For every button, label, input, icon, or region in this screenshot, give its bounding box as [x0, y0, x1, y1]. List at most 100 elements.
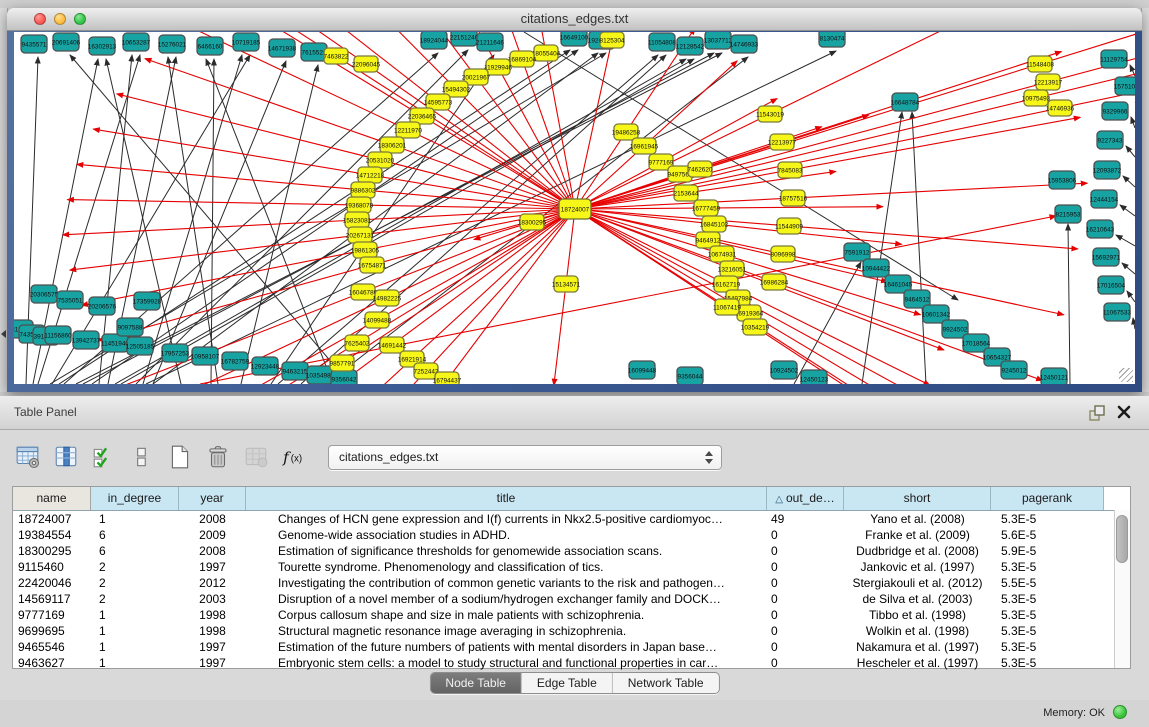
network-node[interactable]: 7625402 — [345, 335, 370, 351]
column-visibility-button[interactable] — [48, 440, 84, 474]
network-node[interactable]: 12444154 — [1090, 190, 1119, 208]
network-node[interactable]: 11054808 — [648, 33, 676, 51]
network-node[interactable]: 19368078 — [345, 197, 374, 213]
network-node[interactable]: 16302913 — [88, 37, 117, 55]
table-row[interactable]: 946362711997Embryonic stem cells: a mode… — [13, 655, 1130, 671]
network-node[interactable]: 8096998 — [771, 246, 796, 262]
network-node[interactable]: 11067419 — [713, 299, 741, 315]
network-node[interactable]: 10958107 — [191, 347, 220, 365]
network-node[interactable]: 11544909 — [775, 218, 803, 234]
network-node[interactable]: 10944422 — [862, 259, 891, 277]
table-row[interactable]: 977716911998Corpus callosum shape and si… — [13, 607, 1130, 623]
network-node[interactable]: 11156860 — [44, 326, 72, 344]
network-node[interactable]: 16099448 — [628, 361, 657, 379]
table-row[interactable]: 911546021997Tourette syndrome. Phenomeno… — [13, 559, 1130, 575]
network-node[interactable]: 7462620 — [688, 161, 713, 177]
table-row[interactable]: 946554611997Estimation of the future num… — [13, 639, 1130, 655]
network-node[interactable]: 13037712 — [704, 32, 733, 49]
network-node[interactable]: 16869104 — [508, 51, 537, 67]
network-node[interactable]: 20206576 — [88, 297, 117, 315]
network-canvas[interactable]: 9435571206914061630291310653287152760216… — [14, 32, 1135, 384]
network-node[interactable]: 14746936 — [1046, 100, 1075, 116]
float-panel-icon[interactable] — [1087, 403, 1107, 423]
network-node[interactable]: 16961945 — [630, 138, 659, 154]
tab-edge-table[interactable]: Edge Table — [521, 673, 612, 693]
table-row[interactable]: 1872400712008Changes of HCN gene express… — [13, 511, 1130, 527]
network-node[interactable]: 18924044 — [420, 32, 449, 49]
network-node[interactable]: 18300295 — [518, 214, 547, 230]
network-node[interactable]: 15823081 — [343, 212, 372, 228]
network-node[interactable]: 16210643 — [1086, 220, 1115, 238]
table-row[interactable]: 969969511998Structural magnetic resonanc… — [13, 623, 1130, 639]
network-node[interactable]: 9463215 — [282, 362, 308, 380]
network-node[interactable]: 7463822 — [324, 48, 349, 64]
network-node[interactable]: 11129754 — [1100, 50, 1128, 68]
network-node[interactable]: 12093872 — [1093, 161, 1122, 179]
network-node[interactable]: 9245012 — [1001, 361, 1027, 379]
network-node[interactable]: 16754871 — [358, 257, 387, 273]
network-node[interactable]: 19861305 — [351, 242, 380, 258]
network-node[interactable]: 15276021 — [158, 35, 187, 53]
network-node[interactable]: 12923448 — [251, 357, 280, 375]
network-node[interactable]: 9356044 — [677, 367, 703, 384]
network-node[interactable]: 16794437 — [433, 372, 462, 384]
canvas-resize-grip[interactable] — [1119, 368, 1133, 382]
network-node[interactable]: 17957253 — [161, 344, 190, 362]
network-node[interactable]: 14746933 — [730, 35, 759, 53]
network-node[interactable]: 14691442 — [378, 337, 407, 353]
network-node[interactable]: 9227343 — [1097, 131, 1123, 149]
network-node[interactable]: 8125304 — [600, 32, 625, 48]
network-node[interactable]: 13942737 — [72, 331, 101, 349]
network-node[interactable]: 14099488 — [363, 312, 392, 328]
network-node[interactable]: 10975493 — [1022, 90, 1051, 106]
function-builder-button[interactable]: f(x) — [276, 440, 312, 474]
network-node[interactable]: 22096045 — [352, 56, 381, 72]
network-node[interactable]: 22151246 — [450, 32, 479, 46]
network-node[interactable]: 17359928 — [133, 292, 162, 310]
network-node[interactable]: 16845102 — [700, 216, 729, 232]
network-node[interactable]: 16782759 — [221, 352, 250, 370]
vertical-scrollbar[interactable] — [1114, 510, 1130, 668]
row-selection-checks-button[interactable] — [86, 440, 122, 474]
column-header-pagerank[interactable]: pagerank — [991, 487, 1104, 510]
network-node[interactable]: 15692971 — [1092, 248, 1121, 266]
network-node[interactable]: 10653287 — [122, 33, 151, 51]
network-node[interactable]: 18757516 — [779, 190, 808, 206]
network-node[interactable]: 20267131 — [346, 227, 375, 243]
network-node[interactable]: 10719185 — [232, 33, 261, 51]
network-node[interactable]: 16649100 — [560, 32, 589, 46]
network-node[interactable]: 12450123 — [800, 370, 829, 384]
network-node[interactable]: 12505185 — [126, 337, 155, 355]
table-settings-button[interactable] — [10, 440, 46, 474]
column-header-out_degree[interactable]: △out_de… — [767, 487, 844, 510]
tab-network-table[interactable]: Network Table — [612, 673, 719, 693]
scrollbar-thumb[interactable] — [1116, 515, 1128, 563]
network-node[interactable]: 8130474 — [819, 32, 845, 47]
table-selector-dropdown[interactable]: citations_edges.txt — [328, 445, 722, 470]
network-node[interactable]: 15134571 — [552, 276, 581, 292]
import-table-disabled-button[interactable] — [238, 440, 274, 474]
close-panel-icon[interactable] — [1115, 403, 1133, 421]
network-node[interactable]: 7535051 — [57, 291, 83, 309]
network-node[interactable]: 10674931 — [708, 246, 737, 262]
network-node[interactable]: 21211646 — [476, 33, 504, 51]
column-header-title[interactable]: title — [246, 487, 767, 510]
network-node[interactable]: 9356042 — [331, 370, 357, 384]
network-node[interactable]: 15953806 — [1048, 171, 1077, 189]
table-row[interactable]: 1938455462009Genome-wide association stu… — [13, 527, 1130, 543]
network-node[interactable]: 15751074 — [1114, 77, 1135, 95]
network-node[interactable]: 14712218 — [356, 167, 385, 183]
table-row[interactable]: 2242004622012Investigating the contribut… — [13, 575, 1130, 591]
network-node[interactable]: 12128542 — [676, 37, 705, 55]
network-node[interactable]: 16986284 — [760, 274, 789, 290]
column-header-short[interactable]: short — [844, 487, 991, 510]
network-node[interactable]: 9886302 — [351, 182, 376, 198]
window-titlebar[interactable]: citations_edges.txt — [7, 8, 1142, 31]
tab-node-table[interactable]: Node Table — [430, 673, 521, 693]
network-node[interactable]: 9435571 — [21, 35, 47, 53]
column-header-in_degree[interactable]: in_degree — [91, 487, 179, 510]
network-node[interactable]: 9329966 — [1102, 102, 1128, 120]
network-node[interactable]: 9097588 — [117, 318, 143, 336]
row-height-button[interactable] — [124, 440, 160, 474]
new-column-button[interactable] — [162, 440, 198, 474]
